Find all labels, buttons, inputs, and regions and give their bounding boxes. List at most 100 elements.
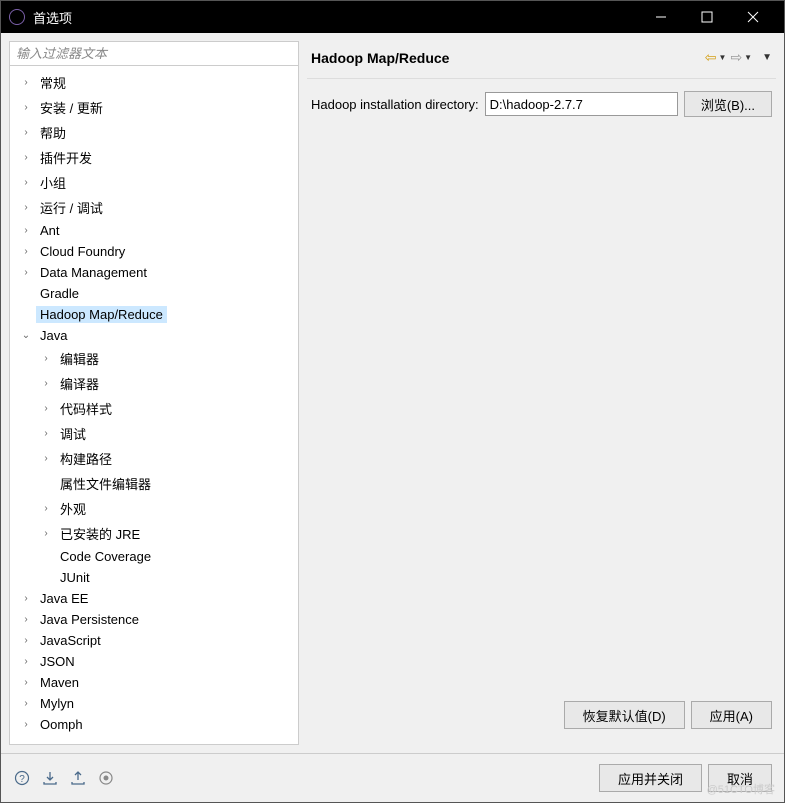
tree-item-label: 外观 [56,498,90,519]
window-title: 首选项 [33,8,638,27]
tree-item[interactable]: ›已安装的 JRE [10,521,298,546]
tree-item-label: 代码样式 [56,398,116,419]
chevron-right-icon[interactable]: › [38,401,54,417]
tree-item-label: 小组 [36,172,70,193]
chevron-right-icon[interactable]: › [18,75,34,91]
main-panel: Hadoop Map/Reduce ⇦▼ ⇨▼ ▼ Hadoop install… [307,41,776,745]
tree-item[interactable]: ›构建路径 [10,446,298,471]
apply-and-close-button[interactable]: 应用并关闭 [599,764,702,792]
cancel-button[interactable]: 取消 [708,764,772,792]
tree-item[interactable]: ⌄Java [10,325,298,346]
tree-item[interactable]: ›Data Management [10,262,298,283]
minimize-button[interactable] [638,1,684,33]
tree-item[interactable]: ›Code Coverage [10,546,298,567]
apply-button[interactable]: 应用(A) [691,701,772,729]
chevron-right-icon[interactable]: › [38,501,54,517]
nav-back-button[interactable]: ⇦▼ [705,49,727,66]
tree-item-label: Ant [36,222,64,239]
tree-item-label: 帮助 [36,122,70,143]
tree-item-label: Hadoop Map/Reduce [36,306,167,323]
tree-item-label: 已安装的 JRE [56,523,144,544]
view-menu-button[interactable]: ▼ [762,52,772,63]
tree-item[interactable]: ›插件开发 [10,145,298,170]
tree-item[interactable]: ›帮助 [10,120,298,145]
svg-text:?: ? [19,774,25,785]
tree-item[interactable]: ›Cloud Foundry [10,241,298,262]
tree-item-label: 调试 [56,423,90,444]
chevron-right-icon[interactable]: › [18,696,34,712]
tree-item[interactable]: ›安装 / 更新 [10,95,298,120]
tree-item-label: Java [36,327,71,344]
restore-defaults-button[interactable]: 恢复默认值(D) [564,701,685,729]
tree-item[interactable]: ›编辑器 [10,346,298,371]
tree-item-label: 属性文件编辑器 [56,473,155,494]
tree-item[interactable]: ›调试 [10,421,298,446]
chevron-right-icon[interactable]: › [38,426,54,442]
tree-item[interactable]: ›Java Persistence [10,609,298,630]
app-icon [9,9,25,25]
tree-item[interactable]: ›Gradle [10,283,298,304]
tree-item-label: 构建路径 [56,448,116,469]
install-dir-input[interactable] [485,92,678,116]
chevron-right-icon[interactable]: › [18,675,34,691]
tree-item[interactable]: ›编译器 [10,371,298,396]
maximize-button[interactable] [684,1,730,33]
tree-item[interactable]: ›Maven [10,672,298,693]
install-dir-label: Hadoop installation directory: [311,97,479,112]
chevron-right-icon[interactable]: › [18,717,34,733]
tree-item[interactable]: ›Ant [10,220,298,241]
tree-item[interactable]: ›代码样式 [10,396,298,421]
chevron-right-icon[interactable]: › [38,526,54,542]
page-title: Hadoop Map/Reduce [311,50,705,66]
tree-item-label: Java Persistence [36,611,143,628]
export-icon[interactable] [69,769,87,787]
filter-input[interactable] [10,42,298,66]
chevron-right-icon[interactable]: › [18,125,34,141]
tree-item-label: 安装 / 更新 [36,97,107,118]
chevron-right-icon[interactable]: › [18,150,34,166]
chevron-right-icon[interactable]: › [18,633,34,649]
tree-item-label: Java EE [36,590,92,607]
tree-item-label: 常规 [36,72,70,93]
tree-item-label: JavaScript [36,632,105,649]
chevron-right-icon[interactable]: › [18,100,34,116]
titlebar: 首选项 [1,1,784,33]
tree-item[interactable]: ›小组 [10,170,298,195]
tree-item[interactable]: ›JSON [10,651,298,672]
chevron-right-icon[interactable]: › [18,223,34,239]
tree-item[interactable]: ›常规 [10,70,298,95]
tree-item[interactable]: ›Oomph [10,714,298,735]
chevron-right-icon[interactable]: › [38,451,54,467]
chevron-right-icon[interactable]: › [18,654,34,670]
chevron-right-icon[interactable]: › [18,244,34,260]
chevron-right-icon[interactable]: › [18,612,34,628]
oomph-icon[interactable] [97,769,115,787]
chevron-right-icon[interactable]: › [38,351,54,367]
preferences-tree[interactable]: ›常规›安装 / 更新›帮助›插件开发›小组›运行 / 调试›Ant›Cloud… [10,66,298,744]
tree-item[interactable]: ›运行 / 调试 [10,195,298,220]
tree-item[interactable]: ›JUnit [10,567,298,588]
chevron-right-icon[interactable]: › [18,265,34,281]
tree-item-label: 编辑器 [56,348,103,369]
close-button[interactable] [730,1,776,33]
chevron-down-icon[interactable]: ⌄ [18,328,34,344]
import-icon[interactable] [41,769,59,787]
tree-item[interactable]: ›JavaScript [10,630,298,651]
nav-forward-button[interactable]: ⇨▼ [730,49,752,66]
tree-item[interactable]: ›Hadoop Map/Reduce [10,304,298,325]
tree-item-label: Mylyn [36,695,78,712]
tree-item[interactable]: ›Java EE [10,588,298,609]
tree-item-label: Maven [36,674,83,691]
tree-item-label: JSON [36,653,79,670]
tree-item-label: Cloud Foundry [36,243,129,260]
chevron-right-icon[interactable]: › [18,200,34,216]
chevron-right-icon[interactable]: › [38,376,54,392]
tree-item[interactable]: ›属性文件编辑器 [10,471,298,496]
tree-item-label: Oomph [36,716,87,733]
tree-item[interactable]: ›Mylyn [10,693,298,714]
chevron-right-icon[interactable]: › [18,175,34,191]
browse-button[interactable]: 浏览(B)... [684,91,772,117]
chevron-right-icon[interactable]: › [18,591,34,607]
help-icon[interactable]: ? [13,769,31,787]
tree-item[interactable]: ›外观 [10,496,298,521]
